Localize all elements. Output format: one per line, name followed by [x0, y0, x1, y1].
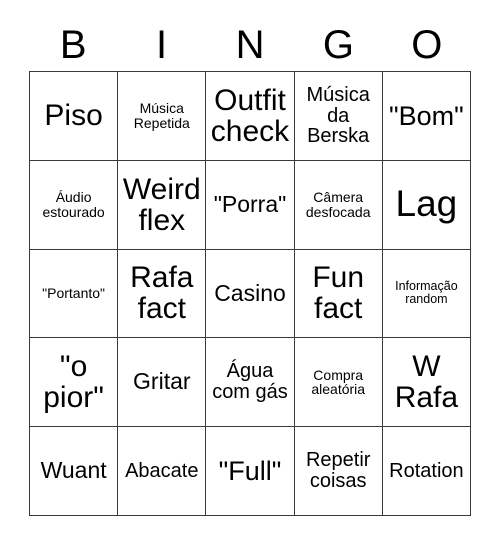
bingo-cell-label: "o pior" [43, 350, 104, 415]
bingo-cell-n2[interactable]: "Porra" [206, 160, 295, 250]
bingo-cell-label: Casino [214, 279, 286, 306]
bingo-cell-i1[interactable]: Música Repetida [118, 72, 207, 161]
bingo-cell-label: "Porra" [213, 190, 287, 217]
bingo-cell-i4[interactable]: Gritar [118, 338, 207, 428]
bingo-cell-o5[interactable]: Rotation [382, 427, 471, 516]
bingo-cell-label: Wuant [40, 457, 107, 484]
bingo-cell-label: Compra aleatória [311, 366, 366, 398]
bingo-cell-g2[interactable]: Câmera desfocada [294, 160, 383, 250]
bingo-cell-b2[interactable]: Áudio estourado [30, 160, 119, 250]
bingo-cell-n4[interactable]: Água com gás [206, 338, 295, 428]
bingo-header-letter-o: O [411, 22, 443, 67]
bingo-cell-g5[interactable]: Repetir coisas [294, 427, 383, 516]
bingo-cell-g4[interactable]: Compra aleatória [294, 338, 383, 428]
bingo-cell-b4[interactable]: "o pior" [30, 338, 119, 428]
bingo-cell-label: Outfit check [210, 83, 290, 148]
bingo-cell-o2[interactable]: Lag [382, 160, 471, 250]
bingo-cell-label: Repetir coisas [305, 449, 371, 493]
bingo-cell-b3[interactable]: "Portanto" [30, 249, 119, 339]
bingo-cell-label: Gritar [133, 368, 191, 395]
bingo-header-letter-b: B [59, 22, 87, 67]
bingo-cell-b5[interactable]: Wuant [30, 427, 119, 516]
bingo-cell-label: Água com gás [212, 360, 288, 404]
bingo-cell-label: Áudio estourado [42, 189, 105, 220]
bingo-cell-n5[interactable]: "Full" [206, 427, 295, 516]
bingo-cell-label: Lag [395, 183, 458, 225]
bingo-cell-n1[interactable]: Outfit check [206, 72, 295, 161]
bingo-cell-b1[interactable]: Piso [30, 72, 119, 161]
bingo-header-letter-g: G [322, 22, 354, 67]
bingo-cell-label: "Bom" [389, 100, 464, 131]
bingo-cell-o1[interactable]: "Bom" [382, 72, 471, 161]
bingo-cell-i2[interactable]: Weird flex [118, 160, 207, 250]
bingo-cell-label: Fun fact [312, 261, 365, 326]
bingo-cell-label: Música Repetida [133, 100, 190, 131]
bingo-cell-label: Piso [44, 99, 103, 133]
bingo-cell-n3[interactable]: Casino [206, 249, 295, 339]
bingo-header-row: B I N G O [29, 18, 471, 71]
bingo-cell-g1[interactable]: Música da Berska [294, 72, 383, 161]
bingo-cell-g3[interactable]: Fun fact [294, 249, 383, 339]
bingo-cell-o3[interactable]: Informação random [382, 249, 471, 339]
bingo-cell-label: Música da Berska [306, 83, 370, 148]
bingo-grid: Piso Música Repetida Outfit check Música… [29, 71, 471, 516]
bingo-cell-i5[interactable]: Abacate [118, 427, 207, 516]
bingo-cell-label: Informação random [395, 279, 458, 307]
bingo-card: B I N G O Piso Música Repetida Outfit ch… [0, 0, 500, 544]
bingo-cell-label: Câmera desfocada [305, 189, 371, 220]
bingo-cell-i3[interactable]: Rafa fact [118, 249, 207, 339]
bingo-header-letter-n: N [235, 22, 265, 67]
bingo-cell-label: Rotation [389, 459, 464, 482]
bingo-cell-label: "Portanto" [42, 285, 106, 302]
bingo-cell-label: Rafa fact [130, 261, 194, 326]
bingo-cell-label: W Rafa [394, 350, 459, 415]
bingo-cell-label: Abacate [125, 459, 199, 482]
bingo-cell-o4[interactable]: W Rafa [382, 338, 471, 428]
bingo-cell-label: "Full" [218, 456, 282, 487]
bingo-header-letter-i: I [156, 22, 168, 67]
bingo-cell-label: Weird flex [122, 172, 201, 237]
